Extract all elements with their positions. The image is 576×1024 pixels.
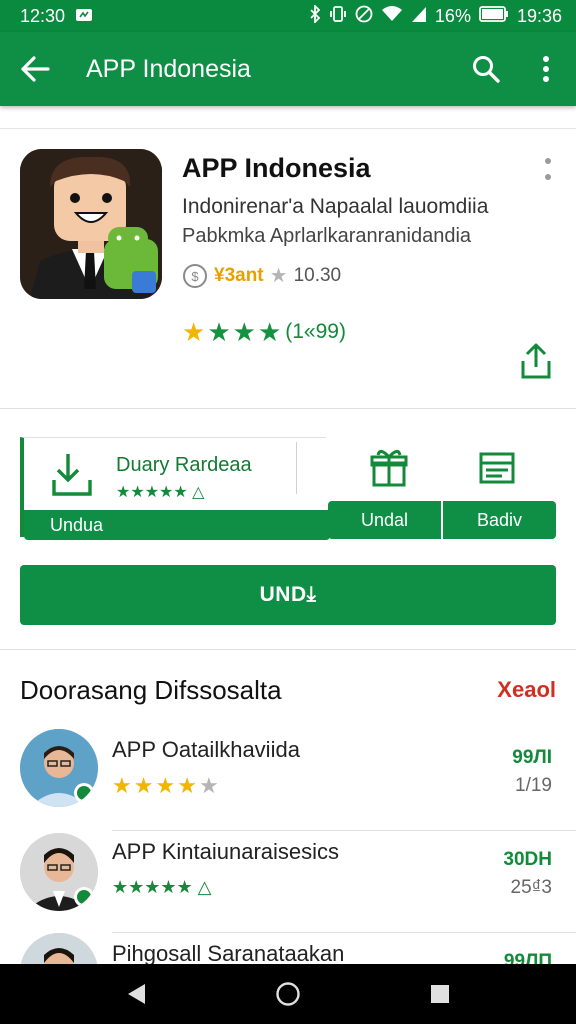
tab-badiv[interactable]: Badiv [443, 501, 556, 539]
signal-icon [411, 5, 427, 28]
rec-app-name: Pihgosall Saranataakan [112, 941, 345, 965]
rec-app-name: APP Oatailkhaviida [112, 737, 300, 762]
rec-count: 1/19 [515, 775, 552, 796]
nav-recents-button[interactable] [420, 974, 460, 1014]
app-header-card: APP Indonesia Indonirenar'a Napaalal lau… [0, 129, 576, 409]
app-meta-row: $ ¥3ant ★ 10.30 [182, 263, 341, 289]
app-icon [20, 149, 162, 299]
svg-text:$: $ [191, 269, 199, 284]
dnd-icon [355, 5, 373, 28]
download-bottom-bar[interactable]: Undua [24, 510, 330, 540]
rec-rating: ★ ★ ★ ★ ★ [112, 775, 219, 797]
star-icon: ★ [257, 317, 282, 347]
more-vert-icon [543, 56, 549, 82]
content-rating-icon: $ [183, 264, 207, 288]
back-button[interactable] [0, 32, 70, 106]
app-bar-title: APP Indonesia [86, 54, 251, 83]
install-panel: Duary Rardeaa ★★★★★ △ Undua Undal Badiv [20, 437, 556, 541]
status-right: 16% 19:36 [309, 3, 562, 28]
main-content: APP Indonesia Indonirenar'a Napaalal lau… [0, 128, 576, 965]
nav-back-button[interactable] [116, 974, 156, 1014]
tab-undal[interactable]: Undal [328, 501, 441, 539]
star-icon: ★ [198, 773, 219, 798]
avatar [20, 729, 98, 807]
avatar [20, 833, 98, 911]
circle-home-icon [276, 982, 300, 1006]
app-bar: APP Indonesia [0, 32, 576, 106]
install-tabs: Undal Badiv [328, 501, 556, 539]
section-divider [0, 649, 576, 650]
rec-size: 99ЛП [503, 951, 552, 965]
overflow-menu-button[interactable] [516, 32, 576, 106]
battery-icon [479, 5, 509, 27]
square-recents-icon [431, 985, 449, 1003]
status-left: 12:30 [20, 6, 93, 27]
app-options-button[interactable] [536, 157, 560, 185]
search-button[interactable] [456, 32, 516, 106]
star-icon: ★ [207, 317, 231, 347]
wifi-icon [381, 5, 403, 28]
section-more-link[interactable]: Xeaol [497, 677, 556, 703]
app-title: APP Indonesia [182, 153, 371, 183]
rating-badge: ¥3ant [214, 265, 264, 286]
list-item[interactable]: APP Oatailkhaviida ★ ★ ★ ★ ★ 99ЛІ 1/19 [0, 729, 576, 831]
install-button[interactable]: UND⤓ [20, 565, 556, 625]
rec-size: 30DH [503, 849, 552, 870]
search-icon [473, 56, 500, 83]
gift-icon[interactable] [370, 447, 408, 489]
star-icon: ★ [182, 317, 206, 347]
avatar [20, 933, 98, 965]
list-item[interactable]: Pihgosall Saranataakan 99ЛП [0, 933, 576, 965]
star-icon: ★ [269, 265, 288, 287]
battery-percent: 16% [434, 5, 471, 26]
download-rating: ★★★★★ △ [116, 484, 205, 501]
more-vert-icon [545, 158, 551, 180]
star-icon: ★ [177, 773, 197, 798]
divider [296, 442, 297, 494]
app-category[interactable]: Pabkmka Aprlarlkaranranidandia [182, 225, 471, 248]
star-icon: ★ [133, 773, 154, 798]
app-mascot-icon [20, 149, 162, 299]
share-icon [521, 343, 551, 379]
vibrate-icon [329, 5, 347, 28]
triangle-back-icon [128, 984, 145, 1004]
list-item[interactable]: APP Kintaiunaraisesics ★★★★★ △ 30DH 25₫3 [0, 831, 576, 933]
status-time-left: 12:30 [20, 5, 66, 26]
rec-rating: ★★★★★ △ [112, 877, 212, 897]
rating-count: (1«99) [285, 320, 346, 343]
status-time-right: 19:36 [516, 5, 562, 26]
download-card[interactable]: Duary Rardeaa ★★★★★ △ Undua [20, 437, 330, 540]
download-count: 10.30 [293, 265, 342, 286]
section-title: Doorasang Difssosalta [20, 675, 282, 705]
download-icon [52, 454, 92, 496]
system-nav-bar [0, 964, 576, 1024]
rec-size: 99ЛІ [512, 747, 552, 768]
share-button[interactable] [518, 341, 554, 381]
details-icon[interactable] [478, 449, 516, 487]
rec-app-name: APP Kintaiunaraisesics [112, 839, 340, 864]
download-title: Duary Rardeaa [116, 454, 252, 476]
notification-icon [75, 6, 93, 27]
status-bar: 12:30 16% 19:36 [0, 0, 576, 32]
arrow-back-icon [21, 56, 50, 82]
app-developer[interactable]: Indonirenar'a Napaalal lauomdiia [182, 195, 488, 219]
nav-home-button[interactable] [268, 974, 308, 1014]
rating-row: ★ ★ ★ ★ (1«99) [182, 319, 346, 345]
star-icon: ★ [112, 773, 132, 798]
star-icon: ★ [232, 317, 256, 347]
star-icon: ★ [155, 773, 176, 798]
rec-count: 25₫3 [510, 877, 552, 898]
bluetooth-icon [309, 3, 321, 28]
